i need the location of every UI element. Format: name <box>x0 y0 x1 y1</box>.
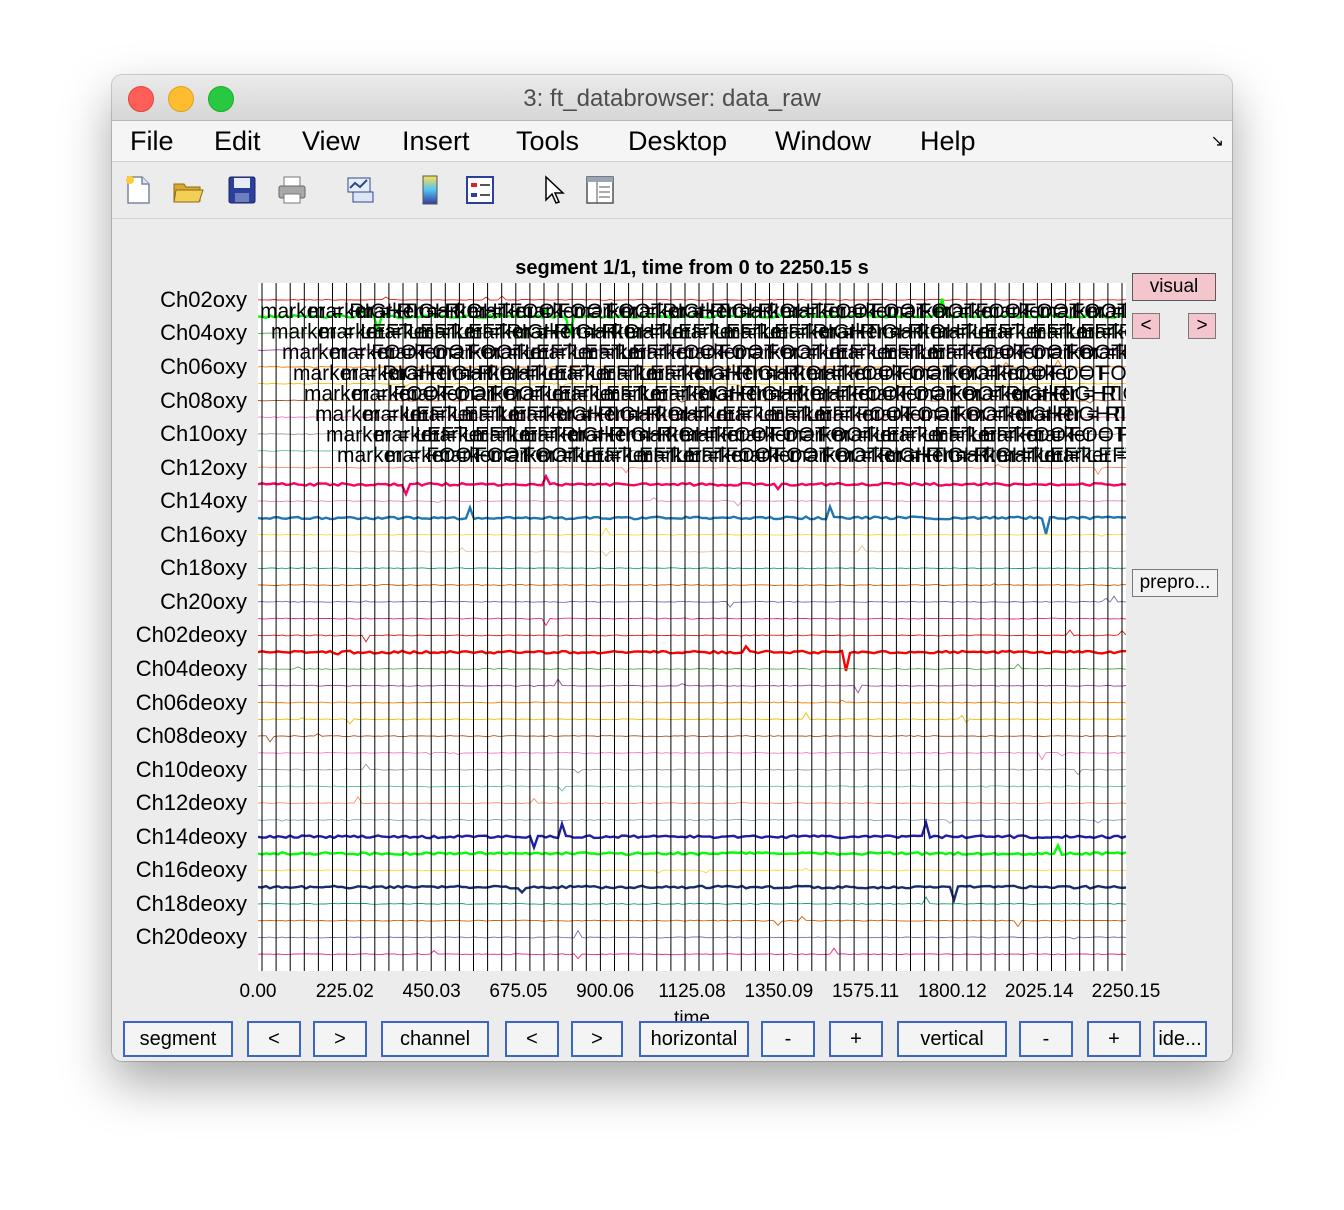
x-tick-label: 1575.11 <box>831 981 900 1002</box>
channel-label: Ch16deoxy <box>135 857 247 883</box>
x-tick-label: 450.03 <box>402 981 461 1002</box>
segment-prev-button[interactable]: < <box>247 1021 301 1057</box>
channel-label: Ch16oxy <box>160 521 247 547</box>
event-marker-label: marker = FOOT marker = LEFT marker = FOO… <box>433 444 1126 467</box>
menu-edit[interactable]: Edit <box>214 126 261 157</box>
vertical-zoom-out-button[interactable]: - <box>1019 1021 1073 1057</box>
channel-label: Ch02deoxy <box>135 622 247 648</box>
save-icon[interactable] <box>226 174 258 206</box>
event-marker-label: marker = LEFT marker = RIGHT marker = LE… <box>367 321 1126 344</box>
channel-label: Ch10deoxy <box>135 756 247 782</box>
channel-label: Ch14deoxy <box>135 823 247 849</box>
preproc-button[interactable]: prepro... <box>1132 569 1218 597</box>
channel-label: Ch10oxy <box>160 421 247 446</box>
visual-button[interactable]: visual <box>1132 273 1216 301</box>
next-artifact-button[interactable]: > <box>1188 313 1216 339</box>
channel-label: Ch12oxy <box>160 454 247 480</box>
channel-button[interactable]: channel <box>381 1021 489 1057</box>
property-editor-icon[interactable] <box>584 174 616 206</box>
event-marker-label: marker = FOOT marker = LEFT marker = FOO… <box>378 341 1126 364</box>
dock-arrow-icon[interactable]: ↘ <box>1211 131 1224 151</box>
menu-help[interactable]: Help <box>920 126 976 157</box>
figure-window: 3: ft_databrowser: data_raw File Edit Vi… <box>112 75 1232 1061</box>
menu-view[interactable]: View <box>302 126 360 157</box>
event-marker-labels: marker = RIGHT marker = FOOT marker = RI… <box>260 300 1126 467</box>
x-tick-label: 1800.12 <box>918 981 987 1002</box>
channel-prev-button[interactable]: < <box>505 1021 559 1057</box>
horizontal-zoom-in-button[interactable]: + <box>829 1021 883 1057</box>
channel-label: Ch06deoxy <box>135 689 247 715</box>
x-tick-label: 675.05 <box>489 981 548 1002</box>
event-marker-label: marker = RIGHT marker = FOOT marker = RI… <box>356 300 1126 323</box>
title-bar: 3: ft_databrowser: data_raw <box>112 75 1232 121</box>
x-tick-label: 2025.14 <box>1004 981 1074 1002</box>
channel-label: Ch20oxy <box>160 588 247 614</box>
pointer-icon[interactable] <box>538 174 570 206</box>
channel-label: Ch06oxy <box>160 353 247 379</box>
channel-label: Ch08deoxy <box>135 723 247 749</box>
menu-insert[interactable]: Insert <box>402 126 470 157</box>
link-plot-icon[interactable] <box>344 174 376 206</box>
menu-bar: File Edit View Insert Tools Desktop Wind… <box>112 121 1232 162</box>
channel-label: Ch20deoxy <box>135 924 247 950</box>
x-tick-label: 2250.15 <box>1091 981 1161 1002</box>
signal-plot[interactable]: marker = RIGHT marker = FOOT marker = RI… <box>258 283 1126 971</box>
menu-window[interactable]: Window <box>775 126 871 157</box>
x-axis-label: time <box>674 1008 710 1021</box>
channel-label: Ch12deoxy <box>135 790 247 816</box>
channel-label: Ch08oxy <box>160 387 247 413</box>
channel-next-button[interactable]: > <box>571 1021 623 1057</box>
menu-tools[interactable]: Tools <box>516 126 579 157</box>
x-tick-label: 225.02 <box>315 981 374 1002</box>
segment-next-button[interactable]: > <box>313 1021 367 1057</box>
event-marker-label: marker = FOOT marker = LEFT marker = RIG… <box>400 382 1126 405</box>
event-marker-label: marker = RIGHT marker = LEFT marker = RI… <box>389 362 1126 385</box>
window-title: 3: ft_databrowser: data_raw <box>523 85 821 112</box>
toolbar <box>112 162 1232 219</box>
vertical-button[interactable]: vertical <box>897 1021 1007 1057</box>
identify-button[interactable]: ide... <box>1153 1021 1207 1057</box>
event-marker-label: marker = LEFT marker = RIGHT marker = LE… <box>411 403 1126 426</box>
channel-label: Ch18oxy <box>160 555 247 581</box>
channel-label: Ch02oxy <box>160 286 247 312</box>
legend-icon[interactable] <box>464 174 496 206</box>
colorbar-icon[interactable] <box>414 174 446 206</box>
previous-artifact-button[interactable]: < <box>1132 313 1160 339</box>
x-tick-label: 900.06 <box>576 981 635 1002</box>
horizontal-zoom-out-button[interactable]: - <box>761 1021 815 1057</box>
channel-label: Ch18deoxy <box>135 890 247 916</box>
menu-desktop[interactable]: Desktop <box>628 126 727 157</box>
channel-label: Ch04oxy <box>160 320 247 346</box>
horizontal-button[interactable]: horizontal <box>639 1021 749 1057</box>
plot-title: segment 1/1, time from 0 to 2250.15 s <box>515 257 869 279</box>
new-figure-icon[interactable] <box>122 174 154 206</box>
segment-button[interactable]: segment <box>123 1021 233 1057</box>
channel-label: Ch14oxy <box>160 488 247 514</box>
open-file-icon[interactable] <box>172 174 204 206</box>
event-marker-label: marker = LEFT marker = RIGHT marker = FO… <box>422 424 1126 447</box>
channel-label: Ch04deoxy <box>135 656 247 681</box>
x-tick-label: 1350.09 <box>744 981 814 1002</box>
menu-file[interactable]: File <box>130 126 174 157</box>
print-icon[interactable] <box>276 174 308 206</box>
figure-area: segment 1/1, time from 0 to 2250.15 s Ch… <box>112 219 1232 1061</box>
x-tick-label: 1125.08 <box>658 981 726 1002</box>
vertical-zoom-in-button[interactable]: + <box>1087 1021 1141 1057</box>
x-tick-label: 0.00 <box>239 981 277 1002</box>
